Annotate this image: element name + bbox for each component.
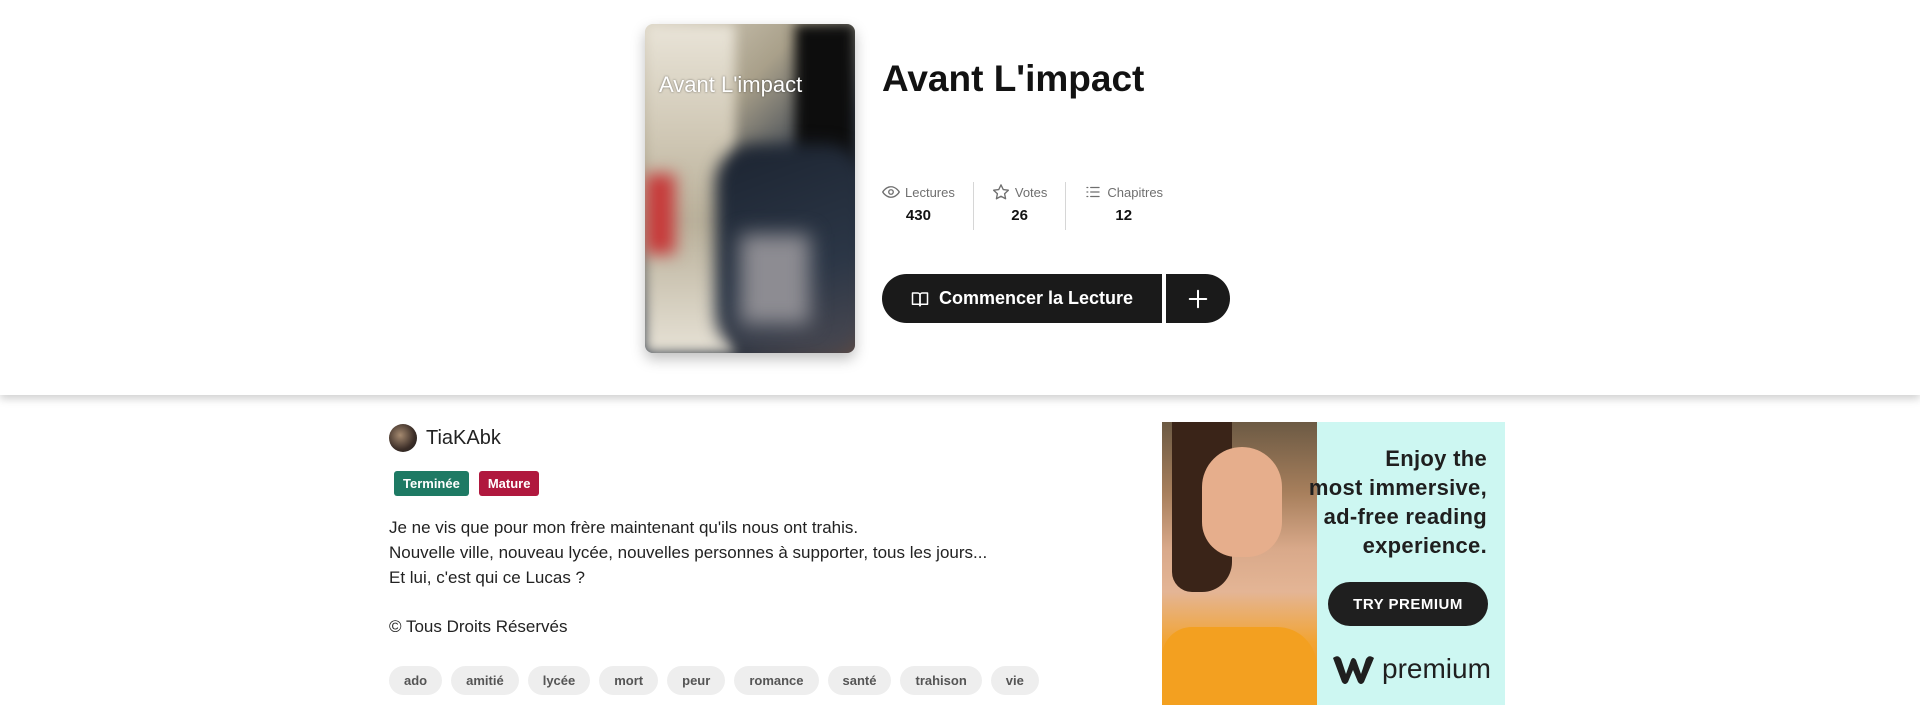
stat-label: Votes [1014,184,1048,200]
tag-pill[interactable]: santé [827,666,892,695]
mature-badge: Mature [478,471,540,496]
cover-title-text: Avant L'impact [659,72,803,97]
eye-icon [882,186,900,198]
stat-chapters: Chapitres 12 [1065,182,1181,230]
premium-logo: premium [1330,652,1491,686]
story-cover-image[interactable]: Avant L'impact [645,24,855,353]
wattpad-w-icon [1333,656,1374,684]
copyright-notice: © Tous Droits Réservés [389,617,568,636]
story-badges: Terminée Mature [394,471,540,496]
description-line: Je ne vis que pour mon frère maintenant … [389,518,859,537]
story-description: Je ne vis que pour mon frère maintenant … [389,515,987,590]
premium-ad-banner[interactable]: Enjoy the most immersive, ad-free readin… [1162,422,1505,705]
start-reading-label: Commencer la Lecture [938,288,1134,308]
ad-headline-line: most immersive, [1308,475,1487,500]
tag-pill[interactable]: mort [599,666,659,695]
author-link[interactable]: TiaKAbk [389,424,501,452]
ad-model-image [1162,422,1317,705]
description-line: Et lui, c'est qui ce Lucas ? [389,568,586,587]
plus-icon [1188,289,1208,308]
start-reading-button[interactable]: Commencer la Lecture [882,274,1162,323]
stat-reads: Lectures 430 [882,182,973,230]
premium-logo-text: premium [1382,653,1491,684]
ad-headline-line: experience. [1362,533,1487,558]
ad-headline-line: ad-free reading [1323,504,1487,529]
story-header: Avant L'impact Avant L'impact Lectures 4… [0,0,1920,395]
stat-votes: Votes 26 [972,182,1066,230]
author-name[interactable]: TiaKAbk [426,427,501,450]
cover-blur-shape [645,174,675,254]
cover-blur-shape [740,234,810,324]
tag-pill[interactable]: ado [389,666,443,695]
description-line: Nouvelle ville, nouveau lycée, nouvelles… [389,543,988,562]
completed-badge: Terminée [394,471,469,496]
stat-value: 12 [1115,207,1133,224]
tag-pill[interactable]: peur [667,666,726,695]
ad-headline-line: Enjoy the [1385,446,1487,471]
story-title: Avant L'impact [882,58,1145,99]
stat-label: Lectures [905,184,955,200]
stat-value: 430 [905,207,931,224]
tag-pill[interactable]: amitié [451,666,519,695]
author-avatar[interactable] [389,424,417,452]
stat-label: Chapitres [1107,184,1164,200]
ad-image-shape [1162,627,1317,705]
stat-value: 26 [1011,207,1028,224]
tag-pill[interactable]: romance [734,666,819,695]
ad-image-shape [1202,447,1282,557]
tag-list: ado amitié lycée mort peur romance santé… [389,666,1039,695]
tag-pill[interactable]: trahison [900,666,982,695]
tag-pill[interactable]: vie [990,666,1039,695]
add-to-library-button[interactable] [1166,274,1230,323]
tag-pill[interactable]: lycée [527,666,591,695]
ad-headline: Enjoy the most immersive, ad-free readin… [1309,444,1487,560]
try-premium-button[interactable]: TRY PREMIUM [1328,582,1488,626]
book-icon [911,291,929,306]
story-stats: Lectures 430 Votes 26 Chapitres 12 [882,182,1181,230]
star-icon [992,184,1009,200]
list-icon [1086,186,1101,198]
